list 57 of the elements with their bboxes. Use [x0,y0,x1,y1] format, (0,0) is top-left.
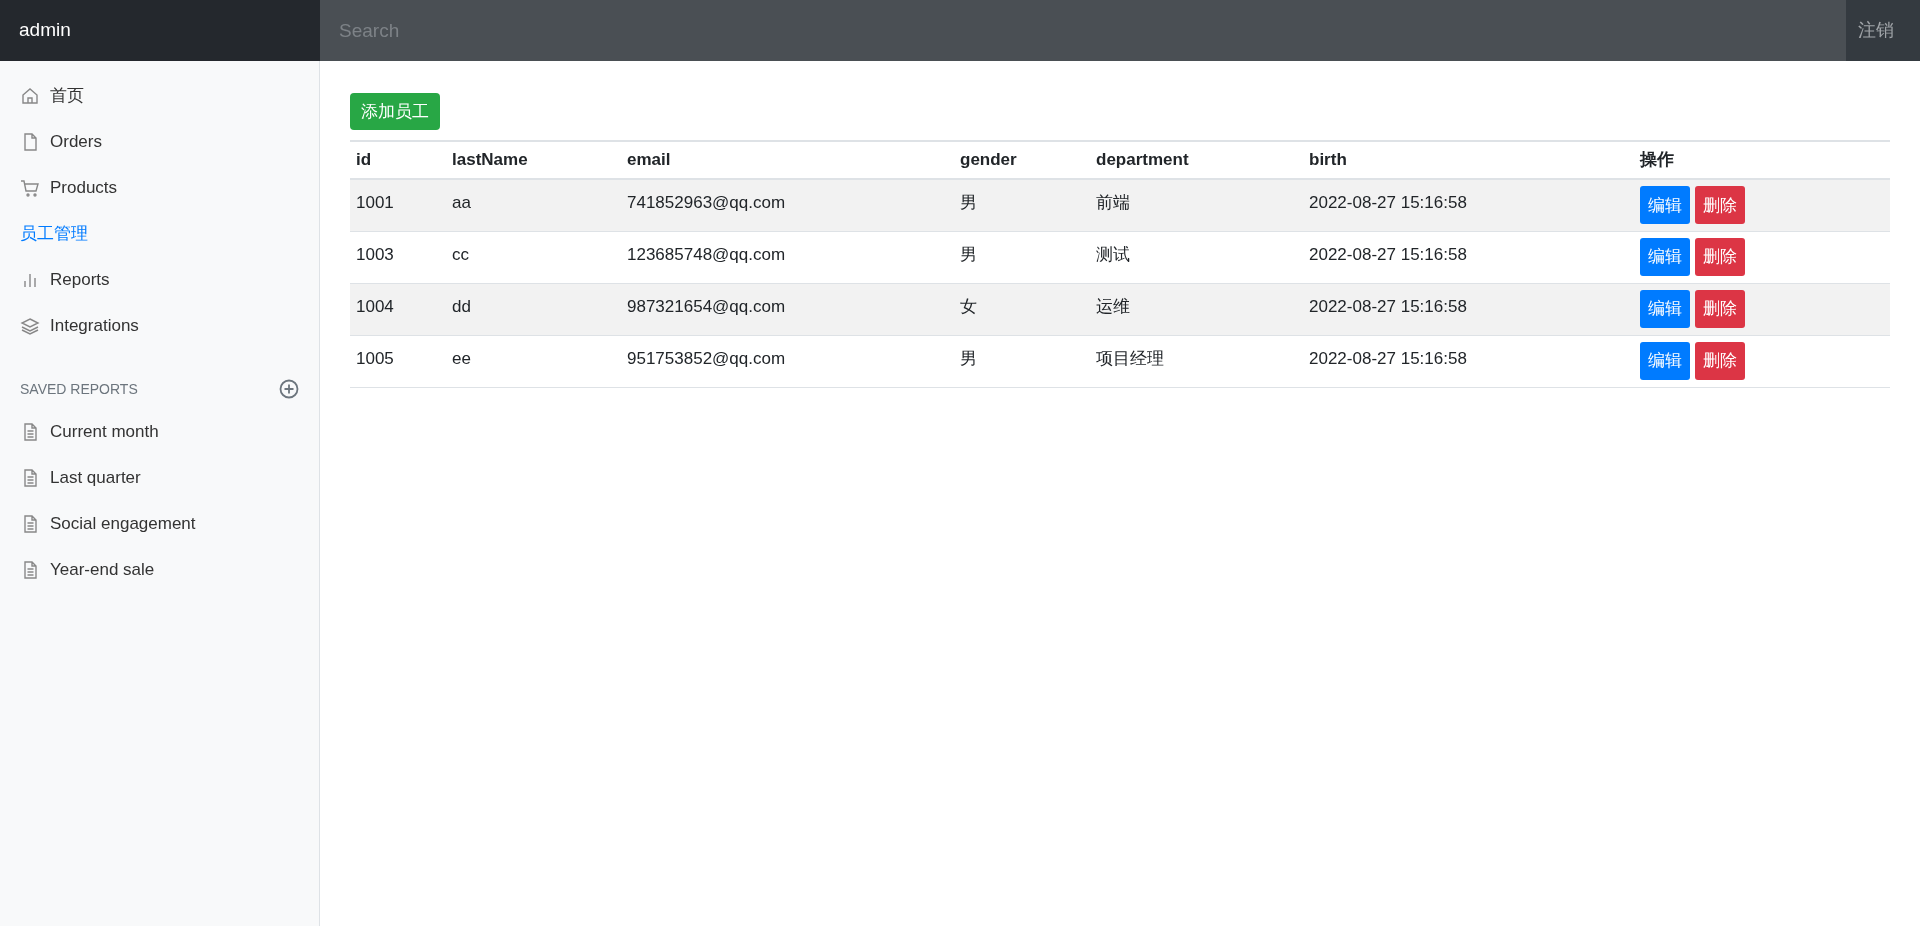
table-cell: 1005 [350,335,446,387]
add-icon[interactable] [279,379,299,399]
delete-button[interactable]: 删除 [1695,186,1745,225]
table-cell: dd [446,283,621,335]
saved-report-link[interactable]: Last quarter [0,455,319,501]
column-header: id [350,141,446,179]
saved-report-link[interactable]: Year-end sale [0,547,319,593]
saved-report-link[interactable]: Current month [0,409,319,455]
table-cell: 741852963@qq.com [621,179,954,231]
home-icon [20,86,40,106]
add-employee-button[interactable]: 添加员工 [350,93,440,130]
delete-button[interactable]: 删除 [1695,342,1745,380]
table-cell: aa [446,179,621,231]
brand-title[interactable]: admin [0,0,320,61]
layers-icon [20,316,40,336]
nav-link[interactable]: Orders [0,119,319,165]
column-header: department [1090,141,1303,179]
table-cell: cc [446,231,621,283]
table-cell: 1004 [350,283,446,335]
table-cell: 男 [954,335,1090,387]
table-cell: 2022-08-27 15:16:58 [1303,231,1634,283]
table-cell: 2022-08-27 15:16:58 [1303,283,1634,335]
delete-button[interactable]: 删除 [1695,290,1745,328]
table-cell: 前端 [1090,179,1303,231]
table-cell: 男 [954,179,1090,231]
sign-out-link[interactable]: 注销 [1846,0,1920,61]
nav-link[interactable]: 首页 [0,73,319,119]
table-cell: 男 [954,231,1090,283]
table-cell: 951753852@qq.com [621,335,954,387]
cart-icon [20,178,40,198]
table-cell: 2022-08-27 15:16:58 [1303,179,1634,231]
table-cell: 1003 [350,231,446,283]
edit-button[interactable]: 编辑 [1640,290,1690,328]
nav-link[interactable]: Integrations [0,303,319,349]
table-cell: 987321654@qq.com [621,283,954,335]
column-header: birth [1303,141,1634,179]
table-cell: 123685748@qq.com [621,231,954,283]
nav-link[interactable]: Products [0,165,319,211]
table-cell: 测试 [1090,231,1303,283]
edit-button[interactable]: 编辑 [1640,238,1690,276]
table-cell: ee [446,335,621,387]
edit-button[interactable]: 编辑 [1640,342,1690,380]
table-cell: 1001 [350,179,446,231]
delete-button[interactable]: 删除 [1695,238,1745,276]
column-header: gender [954,141,1090,179]
column-header: 操作 [1634,141,1890,179]
column-header: email [621,141,954,179]
nav-link[interactable]: 员工管理 [0,211,319,257]
nav-link[interactable]: Reports [0,257,319,303]
saved-report-link[interactable]: Social engagement [0,501,319,547]
table-cell: 项目经理 [1090,335,1303,387]
table-cell: 运维 [1090,283,1303,335]
section-heading: SAVED REPORTS [20,379,138,399]
table-cell: 2022-08-27 15:16:58 [1303,335,1634,387]
edit-button[interactable]: 编辑 [1640,186,1690,225]
column-header: lastName [446,141,621,179]
table-cell: 女 [954,283,1090,335]
